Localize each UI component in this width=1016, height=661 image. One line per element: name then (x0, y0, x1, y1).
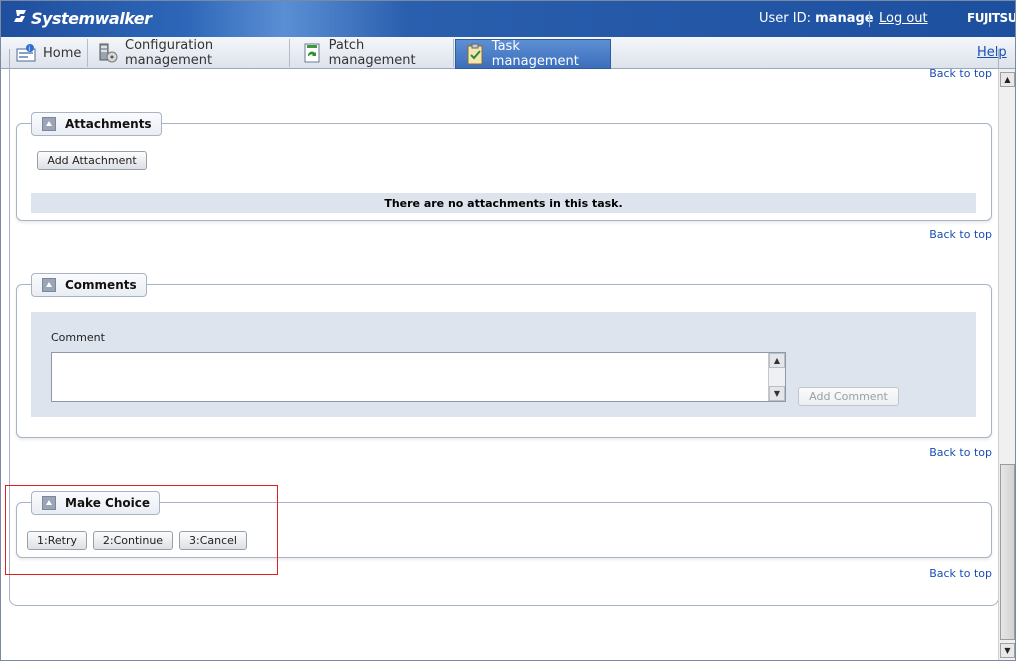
collapse-arrow-icon[interactable] (42, 278, 56, 292)
comments-section: Comments Comment ▲ ▼ Add Comment (16, 273, 992, 438)
scrollbar-thumb[interactable] (1000, 464, 1015, 640)
collapse-arrow-icon[interactable] (42, 496, 56, 510)
comment-label: Comment (51, 331, 105, 344)
cancel-button[interactable]: 3:Cancel (179, 531, 247, 550)
logout-link[interactable]: Log out (879, 11, 928, 26)
scroll-down-icon[interactable]: ▼ (769, 386, 785, 401)
comment-form: Comment ▲ ▼ Add Comment (31, 312, 976, 417)
top-header: Systemwalker User ID: manage Log out FUJ… (1, 1, 1015, 37)
attachments-section: Attachments Add Attachment There are no … (16, 112, 992, 221)
back-to-top-link[interactable]: Back to top (929, 446, 992, 459)
systemwalker-logo-icon (13, 8, 29, 28)
app-window: Systemwalker User ID: manage Log out FUJ… (0, 0, 1016, 661)
fujitsu-logo: FUJITSU (967, 11, 1016, 25)
app-logo: Systemwalker (13, 8, 152, 28)
user-id: User ID: manage (759, 11, 874, 26)
back-to-top-link[interactable]: Back to top (929, 228, 992, 241)
make-choice-section: Make Choice 1:Retry 2:Continue 3:Cancel (16, 491, 992, 558)
header-divider (869, 11, 870, 27)
add-attachment-button[interactable]: Add Attachment (37, 151, 147, 170)
attachments-header[interactable]: Attachments (31, 112, 162, 136)
comment-textarea[interactable]: ▲ ▼ (51, 352, 786, 402)
scroll-up-icon[interactable]: ▲ (769, 353, 785, 368)
back-to-top-link[interactable]: Back to top (929, 67, 992, 80)
add-comment-button[interactable]: Add Comment (798, 387, 899, 406)
make-choice-header[interactable]: Make Choice (31, 491, 160, 515)
scroll-down-icon[interactable]: ▼ (1000, 643, 1015, 658)
continue-button[interactable]: 2:Continue (93, 531, 173, 550)
back-to-top-link[interactable]: Back to top (929, 567, 992, 580)
task-detail-content: Back to top Attachments Add Attachment T… (1, 49, 999, 660)
comment-scrollbar[interactable]: ▲ ▼ (768, 353, 785, 401)
scroll-up-icon[interactable]: ▲ (1000, 72, 1015, 87)
page-scrollbar[interactable]: ▲ ▼ (998, 69, 1015, 660)
comments-header[interactable]: Comments (31, 273, 147, 297)
collapse-arrow-icon[interactable] (42, 117, 56, 131)
retry-button[interactable]: 1:Retry (27, 531, 87, 550)
no-attachments-message: There are no attachments in this task. (31, 193, 976, 213)
